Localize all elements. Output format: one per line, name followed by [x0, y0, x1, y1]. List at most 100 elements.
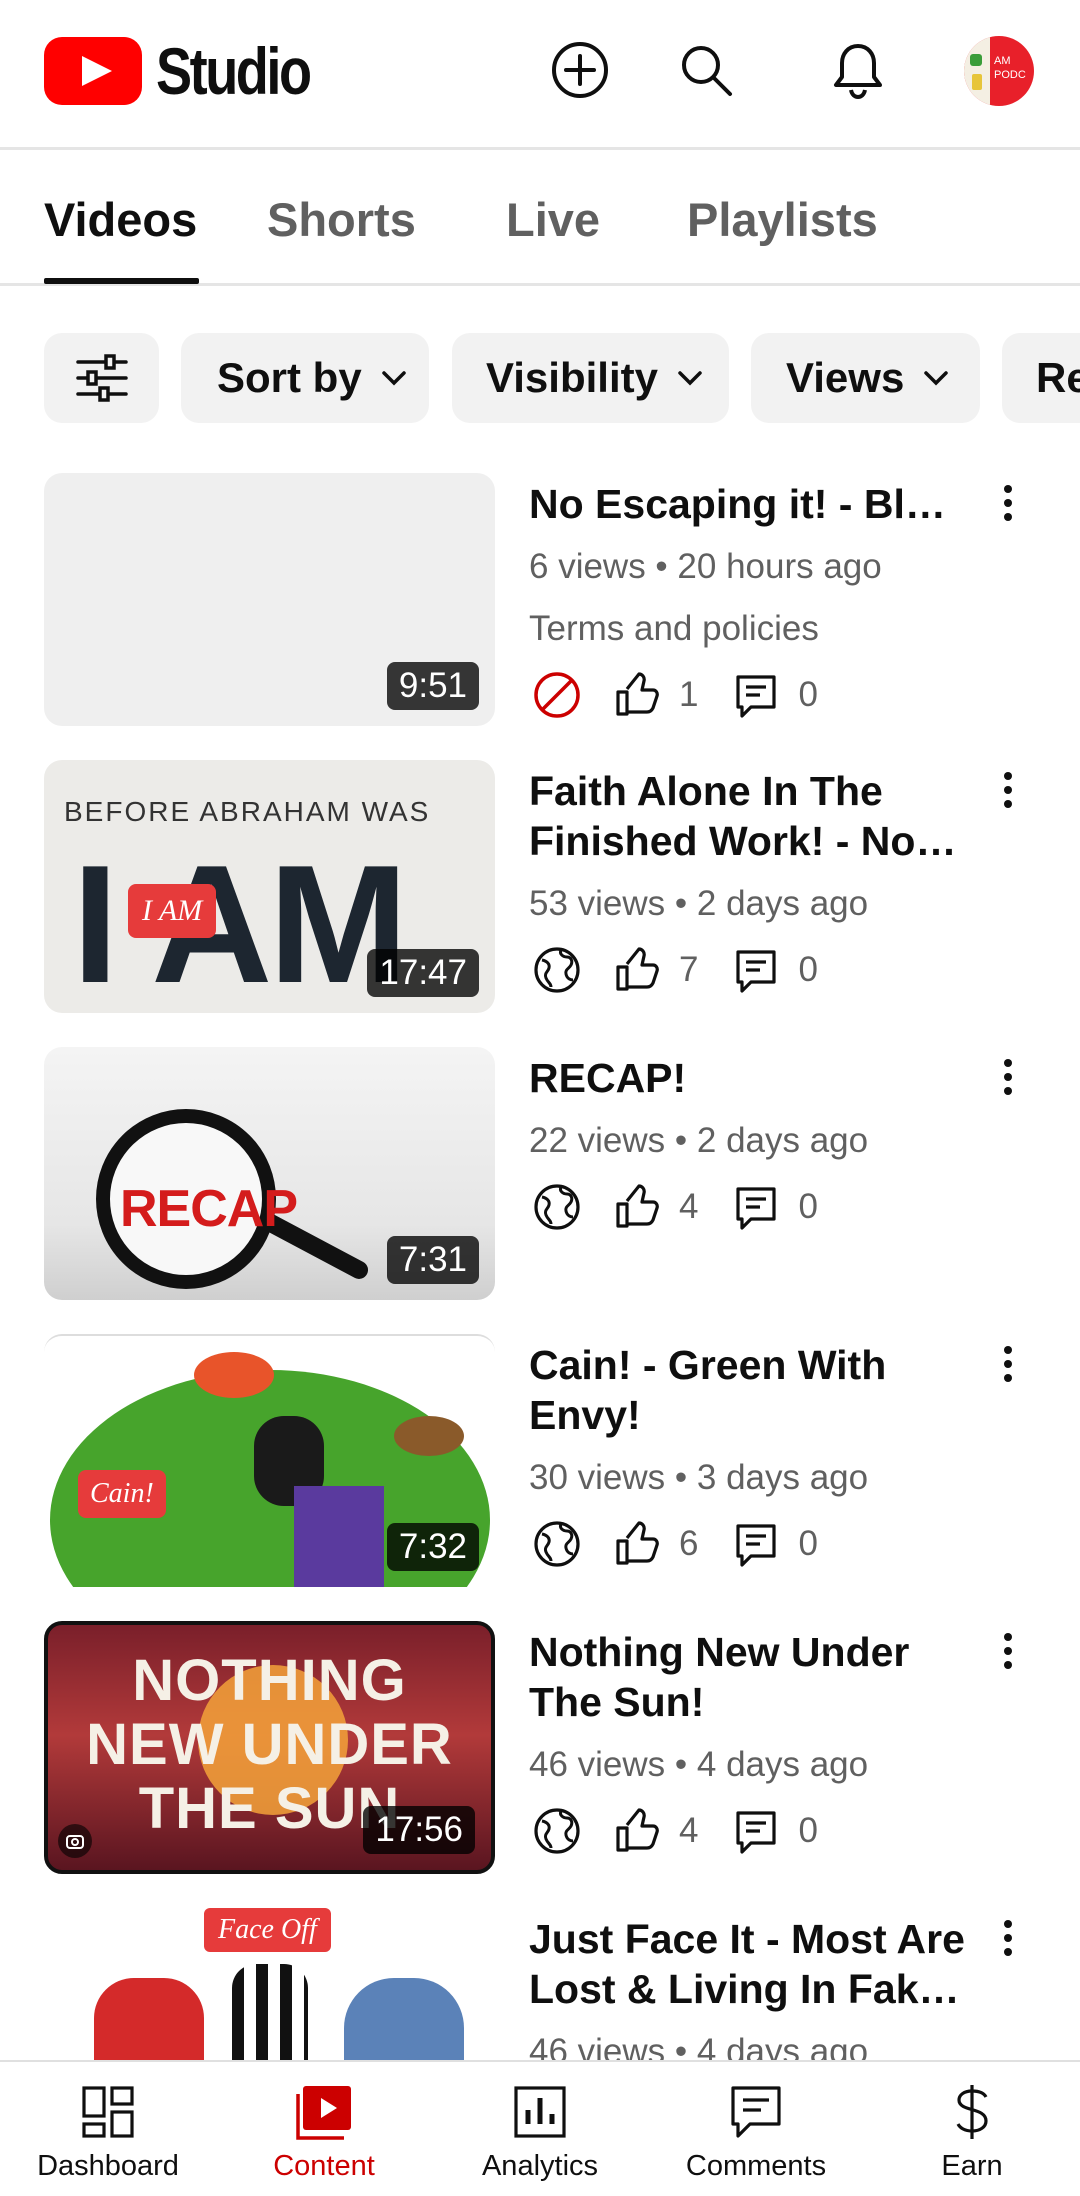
chevron-down-icon — [922, 369, 950, 387]
video-meta: 53 views • 2 days ago — [529, 884, 869, 923]
youtube-studio-logo[interactable]: Studio — [44, 34, 343, 108]
filter-settings-button[interactable] — [44, 333, 159, 423]
thumb-big-text: I AM — [72, 830, 408, 1013]
video-row[interactable]: Face Off Just Face It - Most Are Lost & … — [0, 1908, 1080, 2060]
sort-by-dropdown[interactable]: Sort by — [181, 333, 429, 423]
blocked-icon[interactable] — [529, 667, 585, 723]
thumbs-up-icon — [609, 1516, 665, 1572]
tab-live[interactable]: Live — [506, 192, 600, 247]
video-thumbnail[interactable]: Face Off — [44, 1908, 495, 2060]
bottom-navigation: Dashboard Content Analytics Comments Ear… — [0, 2060, 1080, 2196]
comment-count: 0 — [798, 950, 818, 989]
nav-comments[interactable]: Comments — [648, 2080, 864, 2190]
content-icon — [216, 2080, 432, 2144]
camera-icon — [58, 1824, 92, 1858]
nav-analytics[interactable]: Analytics — [432, 2080, 648, 2190]
youtube-play-logo-icon — [44, 37, 142, 105]
video-duration: 17:47 — [367, 949, 479, 997]
video-title: Cain! - Green With Envy! — [529, 1342, 887, 1438]
views-dropdown[interactable]: Views — [751, 333, 980, 423]
video-title: Nothing New Under The Sun! — [529, 1629, 910, 1725]
top-app-bar: Studio AM PODC — [0, 0, 1080, 150]
nav-earn[interactable]: Earn — [864, 2080, 1080, 2190]
nav-label: Comments — [685, 2150, 827, 2182]
restriction-label[interactable]: Terms and policies — [529, 609, 819, 649]
comment-icon — [728, 1179, 784, 1235]
more-filters-chip[interactable]: Re — [1002, 333, 1080, 423]
video-thumbnail[interactable]: RECAP 7:31 — [44, 1047, 495, 1300]
video-thumbnail[interactable]: BEFORE ABRAHAM WAS I AM I AM 17:47 — [44, 760, 495, 1013]
thumb-badge: Cain! — [78, 1470, 166, 1518]
video-meta: 6 views • 20 hours ago — [529, 547, 882, 586]
create-plus-icon[interactable] — [548, 38, 612, 102]
more-options-icon[interactable] — [990, 1908, 1026, 1968]
more-options-icon[interactable] — [990, 1334, 1026, 1394]
video-duration: 17:56 — [363, 1806, 475, 1854]
nav-label: Dashboard — [37, 2150, 179, 2182]
comments-icon — [648, 2080, 864, 2144]
chevron-down-icon — [380, 369, 408, 387]
more-options-icon[interactable] — [990, 1621, 1026, 1681]
video-duration: 7:31 — [386, 1236, 479, 1284]
video-stats: 7 0 — [529, 942, 818, 998]
comment-count: 0 — [798, 1187, 818, 1226]
dashboard-icon — [0, 2080, 216, 2144]
like-count: 4 — [679, 1187, 699, 1226]
globe-icon[interactable] — [529, 1516, 585, 1572]
video-row[interactable]: 9:51 No Escaping it! - Bloo… 6 views • 2… — [0, 473, 1080, 760]
globe-icon[interactable] — [529, 942, 585, 998]
video-meta: 46 views • 4 days ago — [529, 1745, 869, 1784]
tab-playlists[interactable]: Playlists — [687, 192, 878, 247]
nav-label: Content — [273, 2150, 375, 2182]
like-count: 6 — [679, 1524, 699, 1563]
comment-icon — [728, 1516, 784, 1572]
video-title: Just Face It - Most Are Lost & Living In… — [529, 1916, 965, 2012]
more-options-icon[interactable] — [990, 1047, 1026, 1107]
thumb-text-line: NEW UNDER — [86, 1712, 453, 1777]
video-row[interactable]: Cain! 7:32 Cain! - Green With Envy! 30 v… — [0, 1334, 1080, 1621]
thumb-text-line: NOTHING — [132, 1648, 407, 1713]
active-tab-indicator — [44, 278, 199, 284]
video-title: Faith Alone In The Finished Work! - Not … — [529, 768, 930, 864]
video-thumbnail[interactable]: 9:51 — [44, 473, 495, 726]
nav-label: Analytics — [481, 2150, 599, 2182]
video-duration: 9:51 — [386, 662, 479, 710]
nav-dashboard[interactable]: Dashboard — [0, 2080, 216, 2190]
video-thumbnail[interactable]: NOTHING NEW UNDER THE SUN 17:56 — [44, 1621, 495, 1874]
more-options-icon[interactable] — [990, 473, 1026, 533]
video-meta: 22 views • 2 days ago — [529, 1121, 869, 1160]
comment-count: 0 — [798, 1811, 818, 1850]
globe-icon[interactable] — [529, 1803, 585, 1859]
video-title: No Escaping it! - Bloo… — [529, 481, 969, 527]
video-stats: 1 0 — [529, 667, 818, 723]
globe-icon[interactable] — [529, 1179, 585, 1235]
account-avatar[interactable]: AM PODC — [964, 36, 1034, 106]
search-icon[interactable] — [674, 38, 738, 102]
video-stats: 6 0 — [529, 1516, 818, 1572]
more-filters-label: Re — [1036, 354, 1080, 401]
content-tabs: Videos Shorts Live Playlists — [0, 150, 1080, 286]
thumbs-up-icon — [609, 1803, 665, 1859]
tab-videos[interactable]: Videos — [44, 192, 197, 247]
video-row[interactable]: RECAP 7:31 RECAP! 22 views • 2 days ago … — [0, 1047, 1080, 1334]
thumb-badge: I AM — [128, 884, 217, 938]
video-row[interactable]: NOTHING NEW UNDER THE SUN 17:56 Nothing … — [0, 1621, 1080, 1908]
video-row[interactable]: BEFORE ABRAHAM WAS I AM I AM 17:47 Faith… — [0, 760, 1080, 1047]
thumb-text: RECAP — [120, 1180, 298, 1238]
visibility-label: Visibility — [486, 354, 658, 401]
video-stats: 4 0 — [529, 1179, 818, 1235]
visibility-dropdown[interactable]: Visibility — [452, 333, 729, 423]
nav-content[interactable]: Content — [216, 2080, 432, 2190]
analytics-icon — [432, 2080, 648, 2144]
video-stats: 4 0 — [529, 1803, 818, 1859]
notifications-bell-icon[interactable] — [826, 38, 890, 102]
chevron-down-icon — [676, 369, 704, 387]
more-options-icon[interactable] — [990, 760, 1026, 820]
comment-count: 0 — [798, 1524, 818, 1563]
tab-shorts[interactable]: Shorts — [267, 192, 416, 247]
dollar-icon — [864, 2080, 1080, 2144]
comment-icon — [728, 1803, 784, 1859]
comment-icon — [728, 667, 784, 723]
video-thumbnail[interactable]: Cain! 7:32 — [44, 1334, 495, 1587]
thumb-caption: BEFORE ABRAHAM WAS — [64, 796, 431, 827]
